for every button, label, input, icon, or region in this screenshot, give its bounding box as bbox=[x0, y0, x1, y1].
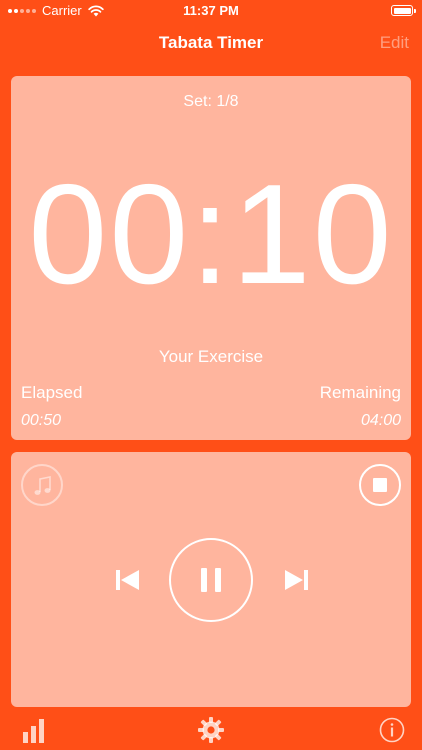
controls-card bbox=[11, 452, 411, 707]
remaining-value: 04:00 bbox=[360, 412, 401, 429]
elapsed-label: Elapsed bbox=[21, 383, 83, 402]
edit-button[interactable]: Edit bbox=[380, 33, 409, 53]
battery-icon bbox=[391, 5, 416, 16]
page-title: Tabata Timer bbox=[158, 33, 264, 52]
timer-card: Set: 1/8 00:10 Your Exercise Elapsed Rem… bbox=[11, 76, 411, 440]
info-icon bbox=[379, 717, 405, 743]
info-tab[interactable] bbox=[379, 717, 405, 748]
settings-tab[interactable] bbox=[198, 717, 224, 748]
music-button[interactable] bbox=[21, 464, 63, 506]
stop-icon bbox=[373, 478, 387, 492]
pause-button[interactable] bbox=[169, 538, 253, 622]
gear-icon bbox=[198, 717, 224, 743]
countdown-display: 00:10 bbox=[28, 155, 394, 314]
exercise-name: Your Exercise bbox=[158, 347, 264, 366]
remaining-label: Remaining bbox=[319, 383, 401, 402]
set-counter: Set: 1/8 bbox=[183, 93, 239, 110]
stop-button[interactable] bbox=[359, 464, 401, 506]
status-bar: Carrier 11:37 PM bbox=[0, 0, 422, 22]
next-button[interactable] bbox=[283, 568, 309, 597]
bar-chart-icon bbox=[23, 719, 44, 743]
previous-button[interactable] bbox=[115, 568, 141, 597]
elapsed-value: 00:50 bbox=[21, 412, 62, 429]
status-time: 11:37 PM bbox=[183, 3, 239, 18]
music-note-icon bbox=[34, 476, 51, 495]
pause-icon bbox=[201, 568, 207, 592]
next-icon bbox=[285, 570, 308, 590]
stats-tab[interactable] bbox=[22, 717, 46, 748]
previous-icon bbox=[116, 570, 139, 590]
